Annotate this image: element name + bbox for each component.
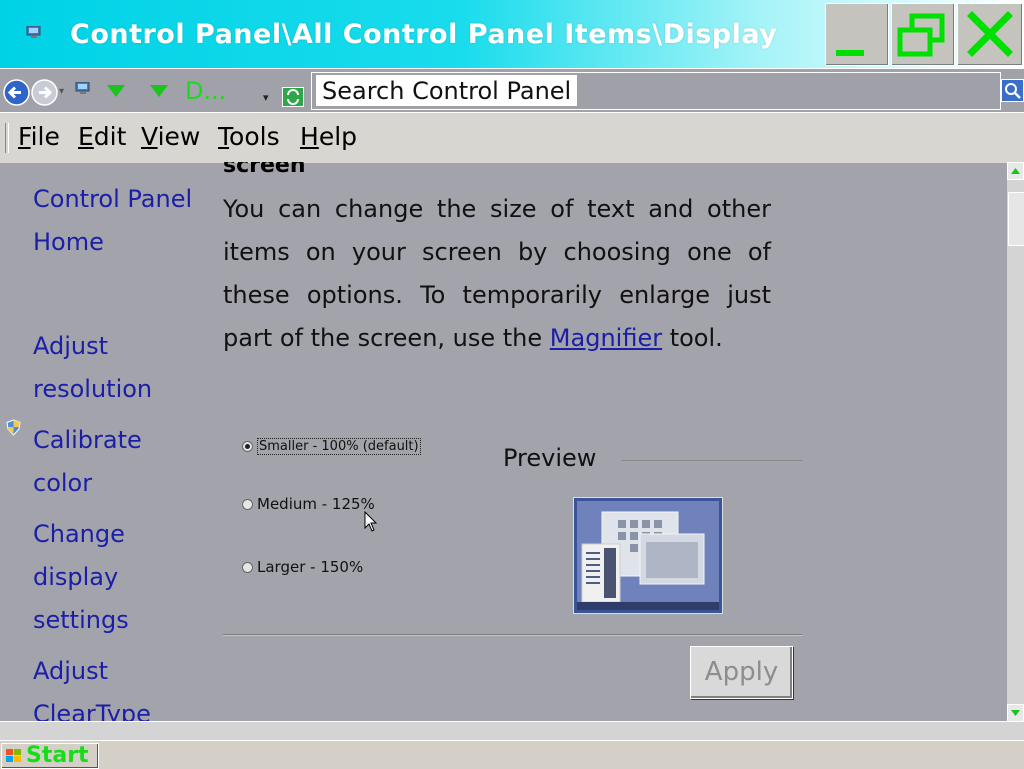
sidebar-item-control-panel-home[interactable]: Control Panel Home (33, 178, 193, 264)
history-dropdown-icon[interactable]: ▾ (59, 86, 64, 97)
arrow-down-icon (1011, 710, 1020, 716)
description-text: You can change the size of text and othe… (223, 188, 771, 360)
preview-label: Preview (503, 444, 597, 472)
control-panel-icon (26, 26, 41, 38)
forward-button[interactable] (31, 79, 58, 106)
scroll-up-button[interactable] (1007, 162, 1024, 180)
menu-grip (5, 123, 9, 153)
breadcrumb[interactable]: D... (185, 77, 226, 105)
menu-view[interactable]: View (141, 122, 200, 151)
chevron-down-icon[interactable] (106, 84, 126, 98)
status-bar (0, 721, 1024, 741)
menu-bar: File Edit View Tools Help (0, 112, 1024, 163)
arrow-up-icon (1011, 168, 1020, 174)
start-label: Start (26, 743, 89, 768)
refresh-icon (287, 89, 299, 105)
minimize-icon (836, 50, 864, 56)
radio-label: Smaller - 100% (default) (257, 438, 421, 455)
windows-logo-icon (6, 749, 21, 762)
search-button[interactable] (1001, 79, 1024, 102)
display-preview-image (573, 497, 723, 614)
radio-button[interactable] (242, 498, 253, 510)
scroll-down-button[interactable] (1007, 704, 1024, 722)
back-button[interactable] (3, 79, 30, 106)
title-bar: Control Panel\All Control Panel Items\Di… (0, 0, 1024, 68)
search-placeholder: Search Control Panel (316, 75, 578, 106)
radio-label: Larger - 150% (257, 558, 364, 576)
section-heading: screen (223, 162, 306, 178)
vertical-scrollbar[interactable] (1007, 162, 1024, 722)
taskbar: Start (0, 740, 1024, 769)
mouse-cursor-icon (364, 511, 378, 532)
menu-tools[interactable]: Tools (218, 122, 280, 151)
sidebar-item-calibrate-color[interactable]: Calibrate color (33, 419, 193, 505)
preview-divider (622, 460, 802, 461)
sidebar-item-change-display-settings[interactable]: Change display settings (33, 513, 193, 642)
separator (223, 634, 802, 636)
chevron-down-icon[interactable] (149, 84, 169, 98)
scroll-thumb[interactable] (1008, 192, 1024, 246)
menu-help[interactable]: Help (300, 122, 357, 151)
magnifier-link[interactable]: Magnifier (550, 324, 662, 352)
restore-button[interactable] (891, 3, 955, 66)
radio-medium[interactable]: Medium - 125% (242, 495, 375, 513)
sidebar-item-adjust-resolution[interactable]: Adjust resolution (33, 325, 193, 411)
close-icon (967, 11, 1013, 57)
close-button[interactable] (957, 3, 1023, 66)
apply-button[interactable]: Apply (690, 646, 793, 699)
search-input[interactable]: Search Control Panel (311, 72, 1001, 110)
radio-button[interactable] (242, 561, 253, 573)
radio-larger[interactable]: Larger - 150% (242, 558, 363, 576)
window-title: Control Panel\All Control Panel Items\Di… (70, 19, 778, 50)
menu-edit[interactable]: Edit (78, 122, 126, 151)
sidebar-item-adjust-cleartype[interactable]: Adjust ClearType text (33, 650, 193, 721)
refresh-button[interactable] (282, 87, 304, 107)
content-area: Control Panel Home Adjust resolution Cal… (0, 162, 1007, 721)
shield-icon (6, 419, 21, 436)
menu-file[interactable]: File (18, 122, 60, 151)
address-dropdown-icon[interactable]: ▾ (263, 91, 269, 104)
radio-smaller[interactable]: Smaller - 100% (default) (242, 438, 421, 455)
start-button[interactable]: Start (1, 743, 99, 769)
search-icon (1005, 83, 1021, 99)
radio-label: Medium - 125% (257, 495, 375, 513)
minimize-button[interactable] (825, 3, 889, 66)
radio-button-checked[interactable] (242, 441, 253, 452)
control-panel-icon (75, 82, 90, 94)
restore-icon (897, 13, 945, 57)
description-part-2: tool. (662, 324, 723, 352)
